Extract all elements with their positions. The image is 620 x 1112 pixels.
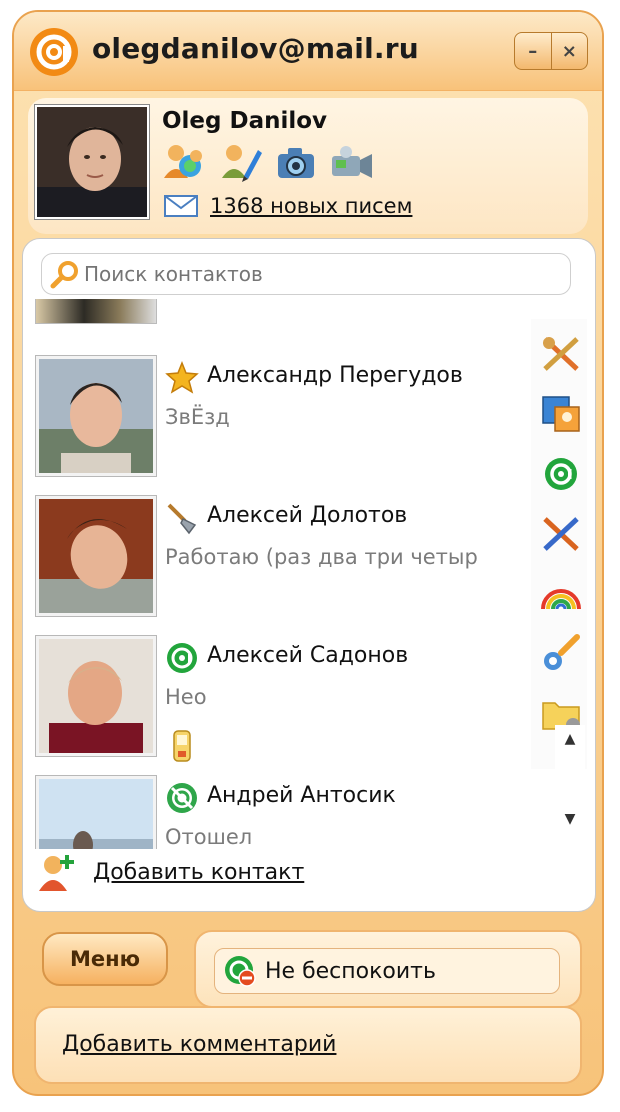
search-box[interactable] <box>41 253 571 295</box>
comment-area: Добавить комментарий <box>34 1006 582 1084</box>
do-not-disturb-icon <box>225 956 256 987</box>
contact-status-text: Работаю (раз два три четыр <box>165 545 478 569</box>
tools-icon[interactable] <box>539 633 583 675</box>
contacts-icon[interactable] <box>162 142 206 182</box>
status-label: Не беспокоить <box>265 958 436 984</box>
window-controls: – × <box>514 32 588 70</box>
contact-item[interactable]: Алексей Садонов Нео <box>23 635 531 765</box>
title-bar[interactable]: olegdanilov@mail.ru – × <box>14 12 602 91</box>
mobile-icon <box>173 730 191 762</box>
mail-at-logo-icon <box>30 28 78 76</box>
menu-button[interactable]: Меню <box>42 932 168 986</box>
new-mail-count: 1368 новых писем <box>210 194 413 218</box>
side-toolbar <box>531 319 587 769</box>
contact-avatar <box>35 355 157 477</box>
add-contact-icon <box>39 855 74 891</box>
add-contact-link[interactable]: Добавить контакт <box>35 851 304 893</box>
close-button[interactable]: × <box>550 33 588 69</box>
star-icon <box>165 361 199 394</box>
camera-icon[interactable] <box>274 142 318 182</box>
add-comment-link[interactable]: Добавить комментарий <box>62 1032 336 1057</box>
contact-name: Алексей Долотов <box>207 503 408 528</box>
contact-status-text: Отошел <box>165 825 253 849</box>
minimize-button[interactable]: – <box>515 33 551 69</box>
contact-item[interactable]: Александр Перегудов ЗвЁзд <box>23 355 531 485</box>
themes-rainbow-icon[interactable] <box>539 573 583 615</box>
photo-icon[interactable] <box>539 393 583 435</box>
new-mail-link[interactable]: 1368 новых писем <box>164 194 412 218</box>
user-name: Oleg Danilov <box>162 108 328 134</box>
user-avatar[interactable] <box>34 104 150 220</box>
user-avatar-photo <box>37 107 147 217</box>
partial-contact-photo <box>35 299 157 324</box>
contact-name: Александр Перегудов <box>207 363 463 388</box>
contact-list[interactable]: Александр Перегудов ЗвЁзд Алексей Долото… <box>23 299 531 849</box>
scrollbar[interactable]: ▲ ▼ <box>555 725 585 835</box>
contact-name: Андрей Антосик <box>207 783 396 808</box>
contact-status-text: ЗвЁзд <box>165 405 230 429</box>
video-icon[interactable] <box>330 142 374 182</box>
contact-avatar <box>35 495 157 617</box>
scroll-up-button[interactable]: ▲ <box>555 725 585 753</box>
contact-list-panel: Александр Перегудов ЗвЁзд Алексей Долото… <box>22 238 596 912</box>
scroll-down-button[interactable]: ▼ <box>555 805 585 833</box>
agent-window: olegdanilov@mail.ru – × Oleg Danilov 136… <box>12 10 604 1096</box>
shovel-icon <box>167 503 197 535</box>
contact-avatar <box>35 635 157 757</box>
add-contact-label: Добавить контакт <box>93 859 305 885</box>
contact-item[interactable]: Андрей Антосик Отошел <box>23 775 531 849</box>
search-icon <box>50 261 78 289</box>
games-icon[interactable] <box>539 513 583 555</box>
contact-avatar <box>35 775 157 849</box>
contact-item[interactable]: Алексей Долотов Работаю (раз два три чет… <box>23 495 531 625</box>
away-icon <box>167 783 197 813</box>
profile-header: Oleg Danilov 1368 новых писем <box>28 98 588 234</box>
status-area: Не беспокоить <box>194 930 582 1008</box>
window-title: olegdanilov@mail.ru <box>92 32 419 65</box>
contact-name: Алексей Садонов <box>207 643 409 668</box>
status-selector[interactable]: Не беспокоить <box>214 948 560 994</box>
search-input[interactable] <box>82 261 536 287</box>
online-icon <box>167 643 197 673</box>
profile-toolbar <box>162 142 374 182</box>
edit-profile-icon[interactable] <box>218 142 262 182</box>
mail-at-icon[interactable] <box>539 453 583 495</box>
settings-tools-icon[interactable] <box>539 333 583 375</box>
envelope-icon <box>164 195 198 217</box>
contact-status-text: Нео <box>165 685 207 709</box>
